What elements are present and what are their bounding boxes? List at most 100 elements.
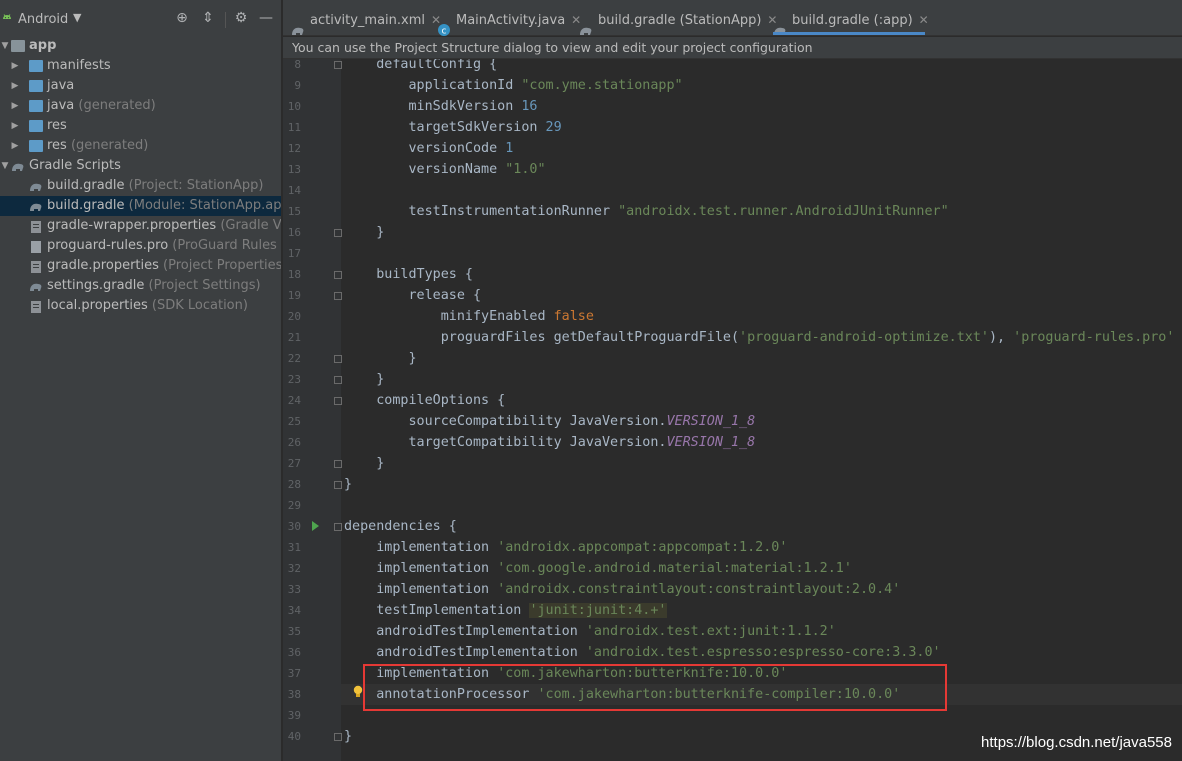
line-number: 36 <box>287 646 301 659</box>
code-token: androidTestImplementation <box>344 645 586 660</box>
line-number: 16 <box>287 226 301 239</box>
gear-icon[interactable]: ⚙ <box>233 10 249 26</box>
code-line[interactable]: androidTestImplementation 'androidx.test… <box>344 621 836 642</box>
code-line[interactable]: } <box>344 474 352 495</box>
code-line[interactable]: } <box>344 369 384 390</box>
code-token: compileOptions { <box>344 393 506 408</box>
code-line[interactable]: versionCode 1 <box>344 138 513 159</box>
tree-item[interactable]: local.properties (SDK Location) <box>0 296 281 316</box>
expand-arrow-icon[interactable]: ▼ <box>0 36 10 56</box>
code-line[interactable]: } <box>344 726 352 747</box>
code-line[interactable]: proguardFiles getDefaultProguardFile('pr… <box>344 327 1175 348</box>
tree-item[interactable]: build.gradle (Module: StationApp.app) <box>0 196 281 216</box>
code-line[interactable]: testImplementation 'junit:junit:4.+' <box>344 600 667 621</box>
code-token: 'androidx.appcompat:appcompat:1.2.0' <box>497 540 788 555</box>
tree-item[interactable]: build.gradle (Project: StationApp) <box>0 176 281 196</box>
tree-item-name: manifests <box>47 58 111 73</box>
collapse-arrow-icon[interactable]: ▶ <box>10 116 20 136</box>
tree-item-name: java <box>47 78 75 93</box>
code-line[interactable]: testInstrumentationRunner "androidx.test… <box>344 201 948 222</box>
fold-marker-icon[interactable] <box>334 376 342 384</box>
fold-marker-icon[interactable] <box>334 229 342 237</box>
code-line[interactable]: dependencies { <box>344 516 457 537</box>
tree-item[interactable]: ▼ Gradle Scripts <box>0 156 281 176</box>
editor-tab[interactable]: build.gradle (StationApp) ✕ <box>579 0 777 35</box>
watermark: https://blog.csdn.net/java558 <box>981 734 1172 751</box>
tree-item[interactable]: settings.gradle (Project Settings) <box>0 276 281 296</box>
line-number: 28 <box>287 478 301 491</box>
line-number: 38 <box>287 688 301 701</box>
project-view-selector[interactable]: Android <box>18 12 68 27</box>
fold-marker-icon[interactable] <box>334 481 342 489</box>
tree-item[interactable]: ▼ app <box>0 36 281 56</box>
tree-item[interactable]: ▶ res (generated) <box>0 136 281 156</box>
code-line[interactable]: sourceCompatibility JavaVersion.VERSION_… <box>344 411 755 432</box>
code-token: targetSdkVersion <box>344 120 546 135</box>
tree-item-label: local.properties (SDK Location) <box>47 296 248 316</box>
tree-item-label: java (generated) <box>47 96 156 116</box>
code-line[interactable]: targetCompatibility JavaVersion.VERSION_… <box>344 432 755 453</box>
code-line[interactable]: release { <box>344 285 481 306</box>
editor-tab[interactable]: activity_main.xml ✕ <box>291 0 441 35</box>
fold-marker-icon[interactable] <box>334 292 342 300</box>
minimize-icon[interactable]: — <box>258 10 274 26</box>
code-line[interactable]: } <box>344 453 384 474</box>
code-token: 'proguard-rules.pro' <box>1013 330 1175 345</box>
tree-item-label: proguard-rules.pro (ProGuard Rules for <box>47 236 281 256</box>
code-line[interactable]: implementation 'androidx.constraintlayou… <box>344 579 900 600</box>
editor-tab[interactable]: c MainActivity.java ✕ <box>437 0 581 36</box>
tree-item[interactable]: proguard-rules.pro (ProGuard Rules for <box>0 236 281 256</box>
code-line[interactable]: targetSdkVersion 29 <box>344 117 561 138</box>
collapse-arrow-icon[interactable]: ▶ <box>10 76 20 96</box>
code-line[interactable]: minSdkVersion 16 <box>344 96 537 117</box>
code-token: sourceCompatibility JavaVersion. <box>344 414 667 429</box>
editor-tab[interactable]: build.gradle (:app) ✕ <box>773 0 929 35</box>
tree-item[interactable]: ▶ res <box>0 116 281 136</box>
code-token: implementation <box>344 561 498 576</box>
properties-file-icon <box>29 300 43 313</box>
fold-marker-icon[interactable] <box>334 61 342 69</box>
code-token: } <box>344 477 353 492</box>
collapse-arrow-icon[interactable]: ▶ <box>10 56 20 76</box>
tree-item-label: java <box>47 76 74 96</box>
locate-icon[interactable]: ⊕ <box>174 10 190 26</box>
tree-item[interactable]: ▶ manifests <box>0 56 281 76</box>
code-line[interactable]: implementation 'com.google.android.mater… <box>344 558 852 579</box>
code-line[interactable]: implementation 'androidx.appcompat:appco… <box>344 537 787 558</box>
code-token: implementation <box>344 540 498 555</box>
fold-marker-icon[interactable] <box>334 271 342 279</box>
project-structure-notice[interactable]: You can use the Project Structure dialog… <box>283 37 1182 59</box>
code-line[interactable]: versionName "1.0" <box>344 159 545 180</box>
tree-item[interactable]: gradle-wrapper.properties (Gradle Vers <box>0 216 281 236</box>
code-token: dependencies { <box>344 519 457 534</box>
close-icon[interactable]: ✕ <box>919 13 929 27</box>
tree-item[interactable]: ▶ java <box>0 76 281 96</box>
code-line[interactable]: applicationId "com.yme.stationapp" <box>344 75 682 96</box>
fold-marker-icon[interactable] <box>334 523 342 531</box>
chevron-down-icon[interactable]: ▼ <box>73 11 81 24</box>
collapse-all-icon[interactable]: ⇕ <box>200 10 216 26</box>
code-token: androidTestImplementation <box>344 624 586 639</box>
fold-marker-icon[interactable] <box>334 397 342 405</box>
fold-marker-icon[interactable] <box>334 355 342 363</box>
android-icon <box>3 14 11 19</box>
fold-marker-icon[interactable] <box>334 460 342 468</box>
tree-item[interactable]: ▶ java (generated) <box>0 96 281 116</box>
expand-arrow-icon[interactable]: ▼ <box>0 156 10 176</box>
code-line[interactable]: minifyEnabled false <box>344 306 594 327</box>
code-line[interactable]: compileOptions { <box>344 390 505 411</box>
code-line[interactable]: } <box>344 222 384 243</box>
tree-item[interactable]: gradle.properties (Project Properties) <box>0 256 281 276</box>
gradle-icon <box>29 280 43 292</box>
tree-item-label: res <box>47 116 67 136</box>
collapse-arrow-icon[interactable]: ▶ <box>10 96 20 116</box>
code-token: } <box>344 372 385 387</box>
code-line[interactable]: androidTestImplementation 'androidx.test… <box>344 642 940 663</box>
code-editor[interactable]: 8 9 10 11 12 13 14 15 16 17 18 19 20 21 22 23 24 25 26 27 28… <box>283 59 1182 761</box>
collapse-arrow-icon[interactable]: ▶ <box>10 136 20 156</box>
code-line[interactable]: } <box>344 348 416 369</box>
run-gutter-icon[interactable] <box>312 521 319 531</box>
code-line[interactable]: defaultConfig { <box>344 59 497 75</box>
code-line[interactable]: buildTypes { <box>344 264 473 285</box>
fold-marker-icon[interactable] <box>334 733 342 741</box>
